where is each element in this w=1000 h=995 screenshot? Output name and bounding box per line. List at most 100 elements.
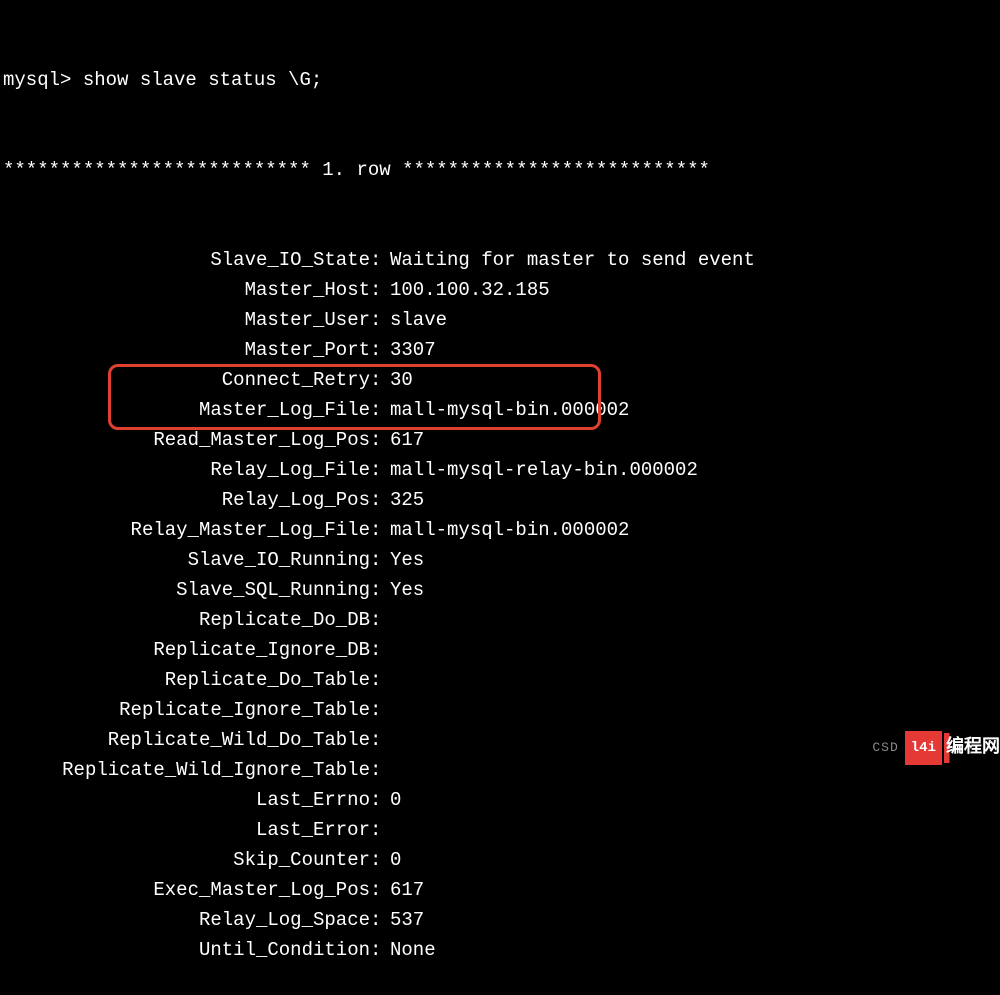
field-colon: : [370,425,385,455]
field-colon: : [370,545,385,575]
field-row: Until_Condition:None [0,935,1000,965]
field-value: 537 [385,905,1000,935]
field-colon: : [370,485,385,515]
field-row: Last_Error: [0,815,1000,845]
field-row: Exec_Master_Log_Pos:617 [0,875,1000,905]
field-colon: : [370,245,385,275]
field-value: 30 [385,365,1000,395]
field-value [385,695,1000,725]
field-colon: : [370,665,385,695]
field-value: 325 [385,485,1000,515]
terminal-output: mysql> show slave status \G; ***********… [0,5,1000,995]
field-row: Last_Errno:0 [0,785,1000,815]
field-key: Master_Host [0,275,370,305]
field-colon: : [370,395,385,425]
status-fields: Slave_IO_State:Waiting for master to sen… [0,245,1000,965]
field-value: 617 [385,425,1000,455]
field-row: Master_User:slave [0,305,1000,335]
field-row: Master_Port:3307 [0,335,1000,365]
field-key: Master_Log_File [0,395,370,425]
field-row: Relay_Master_Log_File:mall-mysql-bin.000… [0,515,1000,545]
watermark-text: 编程网 [944,733,1000,763]
field-key: Last_Error [0,815,370,845]
field-key: Relay_Log_Space [0,905,370,935]
mysql-prompt-line: mysql> show slave status \G; [0,65,1000,95]
field-value [385,605,1000,635]
field-colon: : [370,815,385,845]
field-key: Connect_Retry [0,365,370,395]
field-value: Yes [385,545,1000,575]
field-colon: : [370,755,385,785]
watermark: CSD l4i 编程网 [872,731,1000,765]
field-value [385,665,1000,695]
field-colon: : [370,455,385,485]
field-value: 617 [385,875,1000,905]
field-key: Replicate_Ignore_DB [0,635,370,665]
field-key: Slave_IO_Running [0,545,370,575]
field-row: Replicate_Do_Table: [0,665,1000,695]
field-row: Relay_Log_Pos:325 [0,485,1000,515]
field-value: slave [385,305,1000,335]
field-key: Relay_Master_Log_File [0,515,370,545]
field-row: Slave_SQL_Running:Yes [0,575,1000,605]
field-value: 0 [385,845,1000,875]
field-value: mall-mysql-relay-bin.000002 [385,455,1000,485]
field-row: Read_Master_Log_Pos:617 [0,425,1000,455]
field-row: Replicate_Wild_Ignore_Table: [0,755,1000,785]
field-key: Master_User [0,305,370,335]
field-key: Replicate_Do_Table [0,665,370,695]
field-row: Replicate_Wild_Do_Table: [0,725,1000,755]
field-colon: : [370,695,385,725]
field-value: mall-mysql-bin.000002 [385,515,1000,545]
field-row: Slave_IO_State:Waiting for master to sen… [0,245,1000,275]
field-colon: : [370,275,385,305]
field-key: Last_Errno [0,785,370,815]
field-key: Replicate_Ignore_Table [0,695,370,725]
field-key: Slave_IO_State [0,245,370,275]
field-colon: : [370,635,385,665]
field-key: Replicate_Wild_Ignore_Table [0,755,370,785]
field-row: Replicate_Do_DB: [0,605,1000,635]
field-value: None [385,935,1000,965]
field-key: Read_Master_Log_Pos [0,425,370,455]
field-key: Relay_Log_File [0,455,370,485]
field-row: Master_Host:100.100.32.185 [0,275,1000,305]
field-colon: : [370,905,385,935]
field-row: Relay_Log_Space:537 [0,905,1000,935]
field-row: Skip_Counter:0 [0,845,1000,875]
watermark-logo: l4i [905,731,942,765]
field-colon: : [370,305,385,335]
field-value: 3307 [385,335,1000,365]
field-colon: : [370,515,385,545]
field-row: Connect_Retry:30 [0,365,1000,395]
field-key: Master_Port [0,335,370,365]
field-value [385,815,1000,845]
field-row: Replicate_Ignore_Table: [0,695,1000,725]
field-colon: : [370,785,385,815]
field-value: Yes [385,575,1000,605]
row-separator: *************************** 1. row *****… [0,155,1000,185]
field-key: Replicate_Wild_Do_Table [0,725,370,755]
field-colon: : [370,875,385,905]
field-colon: : [370,845,385,875]
field-key: Replicate_Do_DB [0,605,370,635]
field-row: Slave_IO_Running:Yes [0,545,1000,575]
field-colon: : [370,935,385,965]
watermark-csd: CSD [872,733,898,763]
field-row: Relay_Log_File:mall-mysql-relay-bin.0000… [0,455,1000,485]
field-row: Master_Log_File:mall-mysql-bin.000002 [0,395,1000,425]
field-value [385,635,1000,665]
field-colon: : [370,725,385,755]
field-value: Waiting for master to send event [385,245,1000,275]
field-value: 100.100.32.185 [385,275,1000,305]
field-key: Until_Condition [0,935,370,965]
field-key: Exec_Master_Log_Pos [0,875,370,905]
field-row: Replicate_Ignore_DB: [0,635,1000,665]
field-key: Slave_SQL_Running [0,575,370,605]
field-colon: : [370,605,385,635]
field-colon: : [370,575,385,605]
field-colon: : [370,365,385,395]
field-colon: : [370,335,385,365]
field-value: mall-mysql-bin.000002 [385,395,1000,425]
field-value: 0 [385,785,1000,815]
